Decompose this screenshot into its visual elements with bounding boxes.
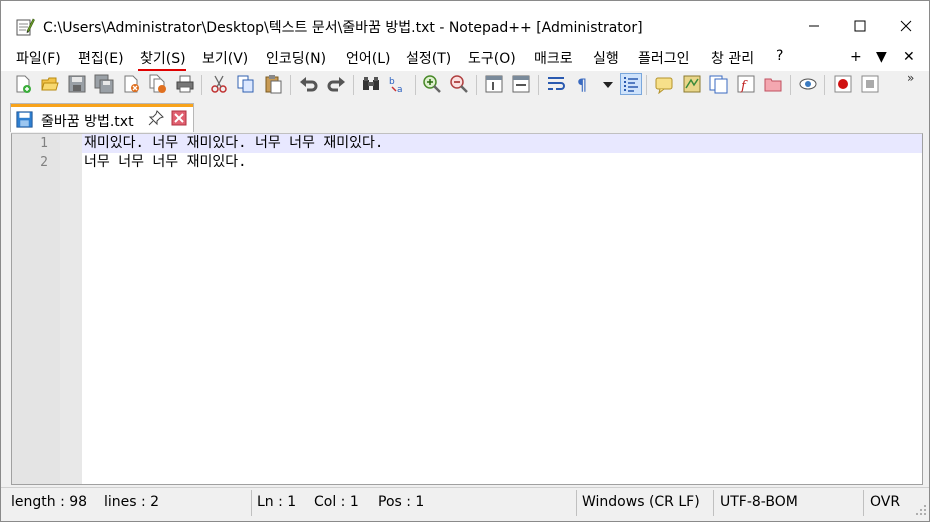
cut-icon[interactable] xyxy=(209,74,229,94)
toolbar-separator xyxy=(646,75,647,95)
toolbar-separator xyxy=(290,75,291,95)
window-title: C:\Users\Administrator\Desktop\텍스트 문서\줄바… xyxy=(43,20,643,36)
status-separator xyxy=(863,490,864,516)
fold-margin[interactable] xyxy=(60,134,82,484)
toolbar-separator xyxy=(353,75,354,95)
sync-vertical-icon[interactable] xyxy=(484,74,504,94)
find-icon[interactable] xyxy=(361,74,381,94)
toolbar-separator xyxy=(415,75,416,95)
close-file-icon[interactable] xyxy=(121,74,141,94)
menu-dropdown-button[interactable]: ▼ xyxy=(876,49,887,65)
stop-macro-icon[interactable] xyxy=(860,74,880,94)
file-tab[interactable]: 줄바꿈 방법.txt xyxy=(10,103,194,132)
status-column: Col : 1 xyxy=(314,494,359,510)
title-bar[interactable]: C:\Users\Administrator\Desktop\텍스트 문서\줄바… xyxy=(1,1,929,51)
active-tab-accent xyxy=(11,104,193,107)
toolbar-separator xyxy=(790,75,791,95)
saved-file-icon xyxy=(16,111,33,128)
toolbar-separator xyxy=(476,75,477,95)
print-icon[interactable] xyxy=(175,74,195,94)
menu-plugins[interactable]: 플러그인 xyxy=(638,48,690,68)
toolbar: ba ¶ f » xyxy=(1,71,929,99)
sync-horizontal-icon[interactable] xyxy=(511,74,531,94)
minimize-button[interactable] xyxy=(791,1,837,51)
indent-guide-icon[interactable] xyxy=(620,73,642,95)
editor-line[interactable]: 재미있다. 너무 재미있다. 너무 너무 재미있다. xyxy=(84,134,383,153)
copy-icon[interactable] xyxy=(236,74,256,94)
editor-line[interactable]: 너무 너무 너무 재미있다. xyxy=(84,153,247,172)
open-file-icon[interactable] xyxy=(40,74,60,94)
status-typing-mode[interactable]: OVR xyxy=(870,494,900,510)
tab-close-icon[interactable] xyxy=(171,110,187,126)
menu-window[interactable]: 창 관리 xyxy=(711,48,754,68)
menu-edit[interactable]: 편집(E) xyxy=(78,48,124,68)
toolbar-separator xyxy=(538,75,539,95)
word-wrap-icon[interactable] xyxy=(546,74,566,94)
tab-bar: 줄바꿈 방법.txt xyxy=(1,99,929,133)
line-number: 1 xyxy=(40,136,48,151)
menu-run[interactable]: 실행 xyxy=(593,48,619,68)
text-editor[interactable]: 1 재미있다. 너무 재미있다. 너무 너무 재미있다. 2 너무 너무 너무 … xyxy=(11,133,923,485)
line-number: 2 xyxy=(40,155,48,170)
menu-view[interactable]: 보기(V) xyxy=(202,48,248,68)
minimize-icon xyxy=(809,25,819,27)
notepadpp-window: C:\Users\Administrator\Desktop\텍스트 문서\줄바… xyxy=(0,0,930,522)
record-macro-icon[interactable] xyxy=(833,74,853,94)
close-window-button[interactable] xyxy=(883,1,929,51)
menu-help[interactable]: ? xyxy=(776,48,783,64)
status-lines: lines : 2 xyxy=(104,494,160,510)
menu-language[interactable]: 언어(L) xyxy=(346,48,390,68)
svg-text:¶: ¶ xyxy=(577,75,587,94)
menu-bar: 파일(F) 편집(E) 찾기(S) 보기(V) 인코딩(N) 언어(L) 설정(… xyxy=(1,45,929,71)
save-all-icon[interactable] xyxy=(94,74,114,94)
document-list-icon[interactable] xyxy=(709,74,729,94)
resize-grip-icon[interactable] xyxy=(913,502,927,516)
new-file-icon[interactable] xyxy=(13,74,33,94)
menu-search[interactable]: 찾기(S) xyxy=(140,48,186,68)
zoom-out-icon[interactable] xyxy=(449,74,469,94)
status-separator xyxy=(576,490,577,516)
status-bar: length : 98 lines : 2 Ln : 1 Col : 1 Pos… xyxy=(1,487,929,521)
document-map-icon[interactable] xyxy=(682,74,702,94)
folder-as-workspace-icon[interactable] xyxy=(763,74,783,94)
zoom-in-icon[interactable] xyxy=(422,74,442,94)
status-length: length : 98 xyxy=(11,494,88,510)
notepadpp-app-icon xyxy=(16,18,35,36)
pin-icon[interactable] xyxy=(148,110,164,126)
menu-settings[interactable]: 설정(T) xyxy=(406,48,451,68)
monitoring-icon[interactable] xyxy=(798,74,818,94)
status-line-number: Ln : 1 xyxy=(257,494,297,510)
menu-macro[interactable]: 매크로 xyxy=(534,48,573,68)
status-encoding[interactable]: UTF-8-BOM xyxy=(720,494,798,510)
status-position: Pos : 1 xyxy=(378,494,425,510)
redo-icon[interactable] xyxy=(326,74,346,94)
menu-tools[interactable]: 도구(O) xyxy=(468,48,516,68)
replace-icon[interactable]: ba xyxy=(388,74,408,94)
toolbar-separator xyxy=(824,75,825,95)
status-eol-format[interactable]: Windows (CR LF) xyxy=(582,494,700,510)
close-icon xyxy=(900,20,912,32)
toolbar-separator xyxy=(201,75,202,95)
status-separator xyxy=(251,490,252,516)
tab-label: 줄바꿈 방법.txt xyxy=(41,114,134,130)
user-defined-language-icon[interactable] xyxy=(654,74,674,94)
menu-close-button[interactable]: ✕ xyxy=(903,49,915,65)
function-list-icon[interactable]: f xyxy=(736,74,756,94)
menu-encoding[interactable]: 인코딩(N) xyxy=(266,48,326,68)
line-number-gutter xyxy=(12,134,60,484)
maximize-button[interactable] xyxy=(837,1,883,51)
menu-plus-button[interactable]: + xyxy=(850,49,862,65)
status-separator xyxy=(713,490,714,516)
save-icon[interactable] xyxy=(67,74,87,94)
svg-text:b: b xyxy=(389,77,395,87)
close-all-icon[interactable] xyxy=(148,74,168,94)
svg-text:a: a xyxy=(397,85,403,94)
undo-icon[interactable] xyxy=(299,74,319,94)
paste-icon[interactable] xyxy=(263,74,283,94)
toolbar-overflow-button[interactable]: » xyxy=(907,71,914,85)
show-all-characters-icon[interactable]: ¶ xyxy=(573,74,593,94)
menu-file[interactable]: 파일(F) xyxy=(16,48,61,68)
maximize-icon xyxy=(854,20,866,32)
dropdown-icon[interactable] xyxy=(598,74,618,94)
